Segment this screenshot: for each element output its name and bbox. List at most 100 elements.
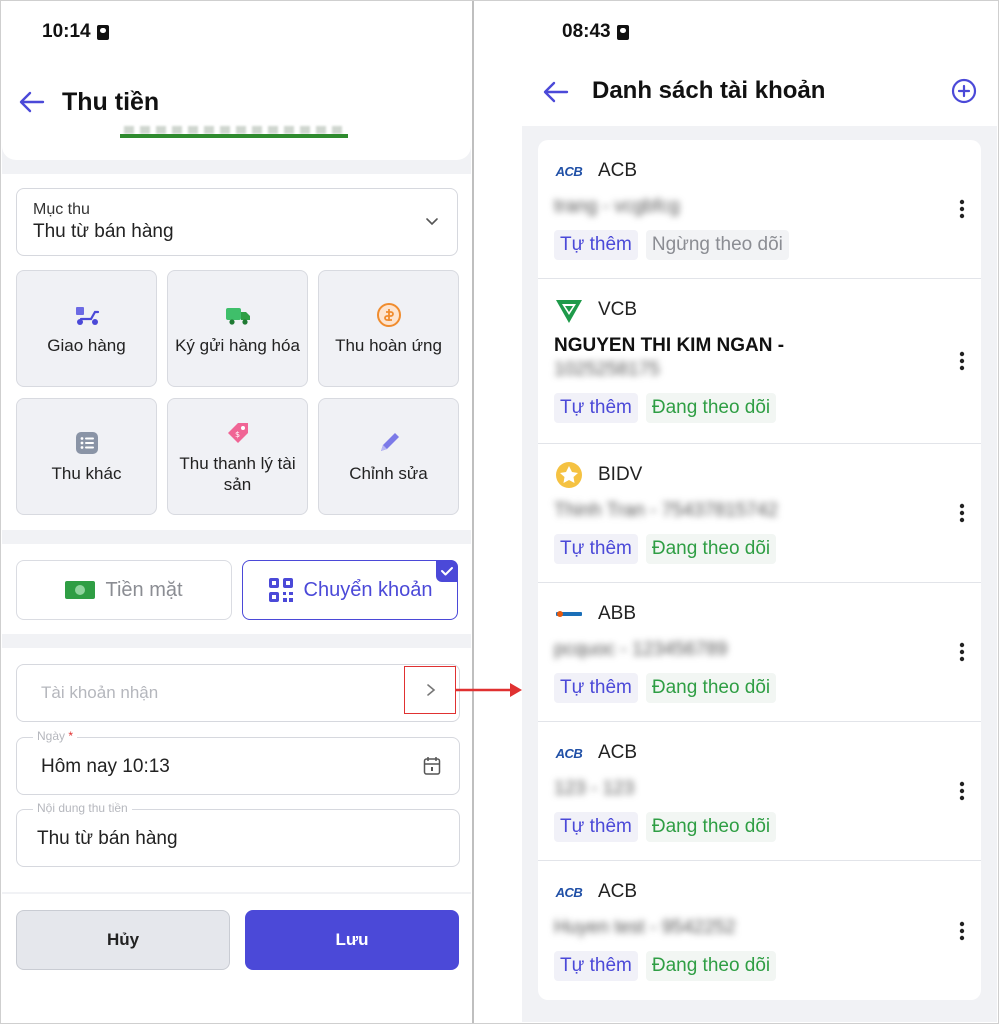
more-options-icon[interactable] — [959, 642, 965, 662]
details-form: Tài khoản nhận Ngày * Hôm nay 10:13 Nội … — [2, 648, 471, 892]
source-badge: Tự thêm — [554, 393, 638, 423]
tile-asset-liquidation[interactable]: $ Thu thanh lý tài sản — [167, 398, 308, 515]
list-item[interactable]: ACB ACB 123 - 123 Tự thêm Đang theo dõi — [538, 722, 981, 861]
receiving-account-field[interactable]: Tài khoản nhận — [16, 664, 460, 722]
tile-edit[interactable]: Chỉnh sửa — [318, 398, 459, 515]
more-options-icon[interactable] — [959, 351, 965, 371]
tile-label: Thu hoàn ứng — [335, 336, 442, 355]
tile-delivery[interactable]: Giao hàng — [16, 270, 157, 387]
back-arrow-icon[interactable] — [542, 78, 570, 106]
highlight-box — [404, 666, 456, 714]
abb-logo — [556, 611, 582, 617]
source-badge: Tự thêm — [554, 673, 638, 703]
source-badge: Tự thêm — [554, 230, 638, 260]
bank-name: VCB — [598, 299, 638, 320]
source-badge: Tự thêm — [554, 534, 638, 564]
list-icon — [75, 432, 98, 454]
account-holder: 123 - 123 — [554, 778, 635, 799]
left-screen: 10:14 4G Thu tiền Mục thu Thu từ bán hàn… — [2, 2, 471, 1022]
acb-logo: ACB — [555, 884, 583, 900]
status-bar: 08:43 4G — [522, 2, 997, 62]
bank-transfer-option[interactable]: Chuyển khoản — [242, 560, 458, 620]
header: 08:43 4G Danh sách tài khoản — [522, 2, 997, 126]
tile-other[interactable]: Thu khác — [16, 398, 157, 515]
checkmark-icon — [436, 560, 458, 582]
list-item[interactable]: ACB ACB Huyen test - 9542252 Tự thêm Đan… — [538, 861, 981, 1000]
tile-refund[interactable]: Thu hoàn ứng — [318, 270, 459, 387]
source-badge: Tự thêm — [554, 812, 638, 842]
date-label: Ngày — [37, 729, 66, 743]
list-item[interactable]: ABB pcquoc - 123456789 Tự thêm Đang theo… — [538, 583, 981, 722]
category-label: Mục thu — [33, 201, 90, 218]
tile-label: Giao hàng — [47, 336, 126, 355]
amount-underline — [120, 134, 348, 138]
source-badge: Tự thêm — [554, 951, 638, 981]
cash-icon — [65, 581, 96, 599]
more-options-icon[interactable] — [959, 921, 965, 941]
list-item[interactable]: ACB ACB trang - vcgbfcg Tự thêm Ngừng th… — [538, 140, 981, 279]
bank-name: BIDV — [598, 464, 643, 485]
more-options-icon[interactable] — [959, 199, 965, 219]
bank-name: ACB — [598, 160, 638, 181]
tile-label: Thu khác — [51, 464, 122, 483]
account-list: ACB ACB trang - vcgbfcg Tự thêm Ngừng th… — [538, 140, 981, 1000]
payment-method-section: Tiền mặt Chuyển khoản — [2, 544, 471, 634]
id-card-icon — [96, 24, 109, 40]
annotation-arrow — [456, 683, 522, 697]
account-holder: trang - vcgbfcg — [554, 196, 680, 217]
more-options-icon[interactable] — [959, 781, 965, 801]
price-tag-icon: $ — [227, 422, 248, 443]
id-card-icon — [616, 24, 629, 40]
receiving-account-placeholder: Tài khoản nhận — [41, 683, 159, 702]
qr-code-icon — [268, 578, 293, 602]
list-item[interactable]: BIDV Thinh Tran - 75437815742 Tự thêm Đa… — [538, 444, 981, 583]
list-item[interactable]: VCB NGUYEN THI KIM NGAN - 1025258175 Tự … — [538, 279, 981, 444]
category-select[interactable]: Mục thu Thu từ bán hàng — [16, 188, 458, 256]
account-number: 1025258175 — [554, 359, 660, 380]
tile-label: Thu thanh lý tài sản — [179, 453, 296, 494]
required-mark: * — [68, 729, 74, 743]
category-section: Mục thu Thu từ bán hàng Giao hàng Ký gửi… — [2, 174, 471, 530]
content-label: Nội dung thu tiền — [33, 801, 132, 815]
add-circle-icon[interactable] — [951, 78, 977, 104]
date-field[interactable]: Ngày * Hôm nay 10:13 — [16, 729, 460, 795]
bidv-logo — [556, 462, 582, 488]
content-value: Thu từ bán hàng — [37, 828, 178, 849]
header: 10:14 4G Thu tiền — [2, 2, 471, 160]
category-value: Thu từ bán hàng — [33, 221, 174, 242]
status-time: 08:43 — [562, 21, 611, 42]
svg-text:$: $ — [235, 430, 240, 439]
save-button[interactable]: Lưu — [245, 910, 459, 970]
chevron-down-icon — [426, 218, 438, 226]
bank-name: ACB — [598, 742, 638, 763]
date-value: Hôm nay 10:13 — [41, 756, 170, 777]
more-options-icon[interactable] — [959, 503, 965, 523]
bank-transfer-label: Chuyển khoản — [303, 578, 433, 601]
cash-option[interactable]: Tiền mặt — [16, 560, 232, 620]
back-arrow-icon[interactable] — [18, 88, 46, 116]
status-badge: Đang theo dõi — [645, 673, 777, 703]
content-field[interactable]: Nội dung thu tiền Thu từ bán hàng — [16, 801, 460, 867]
tile-consignment[interactable]: Ký gửi hàng hóa — [167, 270, 308, 387]
screen-divider — [472, 0, 474, 1024]
cancel-button[interactable]: Hủy — [16, 910, 230, 970]
account-holder: Thinh Tran - 75437815742 — [554, 500, 778, 521]
footer-actions: Hủy Lưu — [2, 894, 471, 1022]
account-holder: pcquoc - 123456789 — [554, 639, 728, 660]
acb-logo: ACB — [555, 745, 583, 761]
chevron-right-icon[interactable] — [425, 683, 437, 697]
page-title: Thu tiền — [62, 88, 160, 116]
bank-name: ABB — [598, 603, 637, 624]
page-title: Danh sách tài khoản — [592, 77, 826, 104]
calendar-icon[interactable] — [423, 756, 441, 776]
category-tiles: Giao hàng Ký gửi hàng hóa Thu hoàn ứng T… — [16, 270, 460, 515]
pencil-icon — [380, 433, 399, 451]
status-badge: Ngừng theo dõi — [645, 230, 789, 260]
status-time: 10:14 — [42, 21, 91, 42]
status-badge: Đang theo dõi — [645, 534, 777, 564]
tile-label: Chỉnh sửa — [349, 464, 428, 483]
scooter-icon — [75, 307, 99, 325]
status-badge: Đang theo dõi — [645, 393, 777, 423]
right-screen: 08:43 4G Danh sách tài khoản ACB ACB tra… — [522, 2, 997, 1022]
account-holder: Huyen test - 9542252 — [554, 917, 736, 938]
